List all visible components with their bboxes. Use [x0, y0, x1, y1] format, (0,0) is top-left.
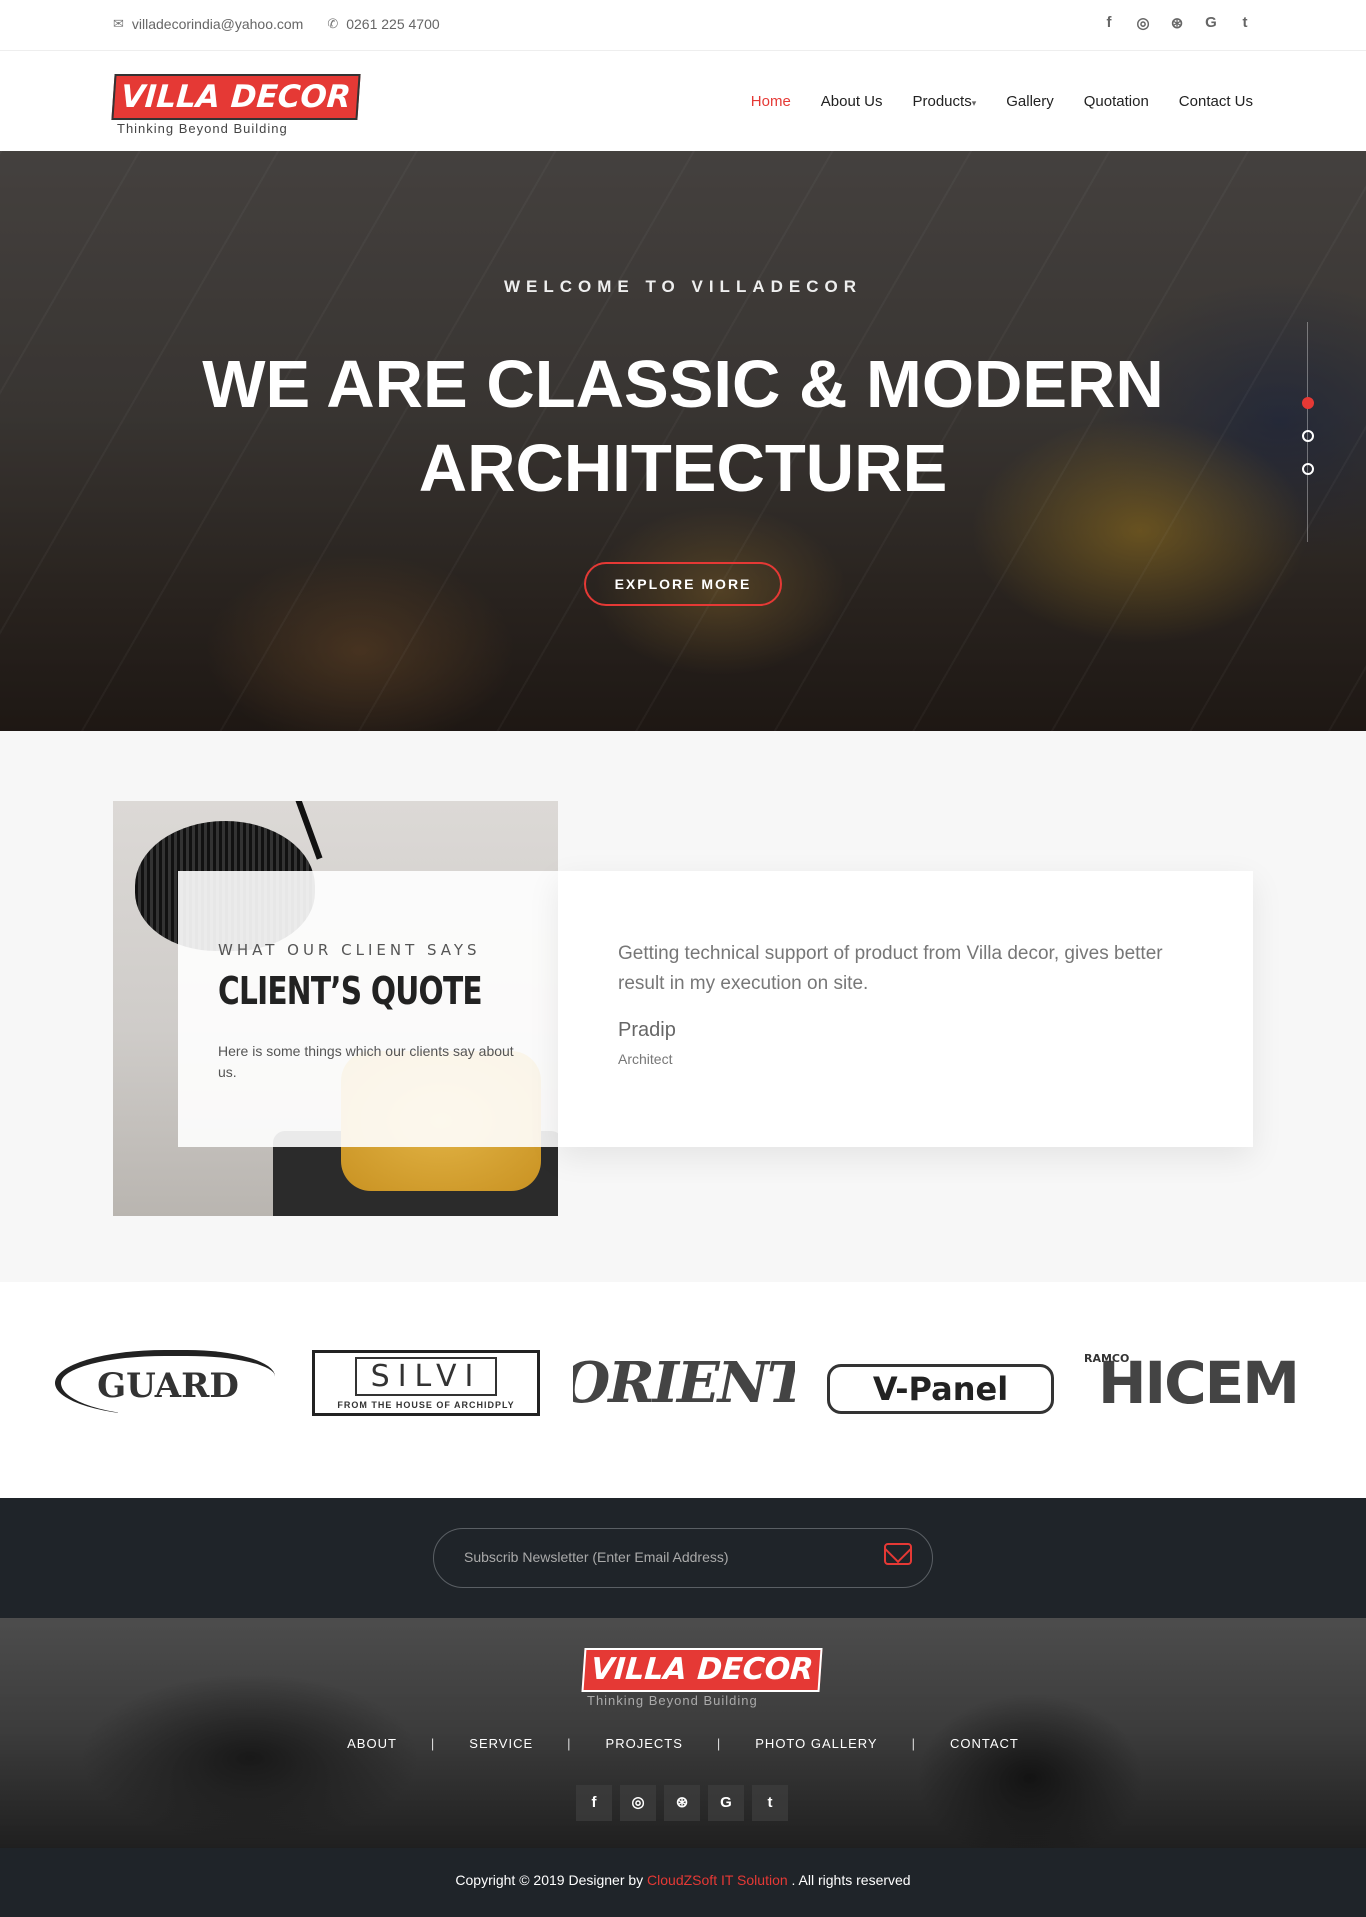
footer-separator: |: [716, 1736, 722, 1751]
footer: VILLA DECOR Thinking Beyond Building ABO…: [0, 1618, 1366, 1848]
twitter-icon[interactable]: t: [752, 1785, 788, 1821]
envelope-icon: ✉: [113, 16, 124, 31]
copyright-bar: Copyright © 2019 Designer by CloudZSoft …: [0, 1848, 1366, 1917]
explore-more-button[interactable]: EXPLORE MORE: [584, 562, 782, 606]
nav-gallery[interactable]: Gallery: [1006, 93, 1054, 110]
testimonial-quote-card: Getting technical support of product fro…: [558, 871, 1253, 1147]
client-role: Architect: [618, 1051, 673, 1067]
footer-link-projects[interactable]: PROJECTS: [606, 1736, 683, 1751]
caret-down-icon: ▾: [971, 98, 977, 108]
nav-about[interactable]: About Us: [821, 93, 883, 110]
brand-logo-orient[interactable]: ORIENT: [573, 1350, 795, 1416]
email-link[interactable]: ✉ villadecorindia@yahoo.com: [113, 16, 303, 32]
facebook-icon[interactable]: f: [1101, 14, 1117, 32]
footer-link-gallery[interactable]: PHOTO GALLERY: [755, 1736, 877, 1751]
quote-text: Getting technical support of product fro…: [618, 943, 1163, 994]
footer-separator: |: [430, 1736, 436, 1751]
copyright-suffix: . All rights reserved: [787, 1872, 911, 1888]
facebook-icon[interactable]: f: [576, 1785, 612, 1821]
footer-logo[interactable]: VILLA DECOR Thinking Beyond Building: [581, 1648, 823, 1708]
testimonial-description: Here is some things which our clients sa…: [218, 1043, 514, 1080]
testimonial-title: CLIENT’S QUOTE: [218, 969, 483, 1013]
nav-home[interactable]: Home: [751, 93, 791, 110]
brand-hicem-small: RAMCO: [1084, 1352, 1130, 1365]
contact-info: ✉ villadecorindia@yahoo.com ✆ 0261 225 4…: [113, 16, 440, 32]
slide-dot-1[interactable]: [1302, 397, 1314, 409]
google-icon[interactable]: G: [708, 1785, 744, 1821]
footer-logo-wordmark: VILLA DECOR: [581, 1648, 823, 1692]
newsletter-bar: Subscrib Newsletter (Enter Email Address…: [0, 1498, 1366, 1618]
phone-link[interactable]: ✆ 0261 225 4700: [327, 16, 439, 32]
testimonial-section: WHAT OUR CLIENT SAYS CLIENT’S QUOTE Here…: [0, 731, 1366, 1282]
mail-icon[interactable]: [884, 1543, 912, 1565]
brand-logos: GUARD SILVI FROM THE HOUSE OF ARCHIDPLY …: [0, 1282, 1366, 1498]
brand-orient-text: ORIENT: [573, 1350, 795, 1416]
top-bar: ✉ villadecorindia@yahoo.com ✆ 0261 225 4…: [0, 0, 1366, 51]
phone-icon: ✆: [327, 16, 339, 31]
footer-separator: |: [567, 1736, 572, 1751]
brand-vpanel-text: V-Panel: [872, 1370, 1009, 1408]
newsletter-email-input[interactable]: Subscrib Newsletter (Enter Email Address…: [433, 1528, 933, 1588]
hero-title: WE ARE CLASSIC & MODERN ARCHITECTURE: [0, 343, 1366, 511]
main-nav: Home About Us Products▾ Gallery Quotatio…: [751, 93, 1253, 110]
footer-link-about[interactable]: ABOUT: [347, 1736, 397, 1751]
footer-nav: ABOUT | SERVICE | PROJECTS | PHOTO GALLE…: [0, 1736, 1366, 1751]
brand-logo-silvi[interactable]: SILVI FROM THE HOUSE OF ARCHIDPLY: [312, 1350, 540, 1416]
header: VILLA DECOR Thinking Beyond Building Hom…: [0, 51, 1366, 151]
footer-logo-tagline: Thinking Beyond Building: [587, 1693, 758, 1708]
google-icon[interactable]: G: [1203, 14, 1219, 32]
nav-products-label: Products: [912, 93, 972, 110]
brand-silvi-sub: FROM THE HOUSE OF ARCHIDPLY: [337, 1399, 515, 1410]
nav-products[interactable]: Products▾: [913, 93, 977, 110]
footer-link-contact[interactable]: CONTACT: [950, 1736, 1019, 1751]
slide-dot-2[interactable]: [1302, 430, 1314, 442]
client-name: Pradip: [618, 1019, 676, 1041]
hero-subtitle: WELCOME TO VILLADECOR: [503, 277, 862, 296]
testimonial-eyebrow: WHAT OUR CLIENT SAYS: [218, 941, 481, 959]
logo-wordmark: VILLA DECOR: [111, 74, 361, 120]
hero-slider: WELCOME TO VILLADECOR WE ARE CLASSIC & M…: [0, 151, 1366, 731]
dribbble-icon[interactable]: ⊛: [664, 1785, 700, 1821]
newsletter-placeholder: Subscrib Newsletter (Enter Email Address…: [464, 1549, 729, 1565]
designer-link[interactable]: CloudZSoft IT Solution: [647, 1872, 788, 1888]
brand-logo-cello[interactable]: GUARD: [55, 1350, 275, 1416]
nav-quotation[interactable]: Quotation: [1084, 93, 1149, 110]
footer-social-links: f ◎ ⊛ G t: [576, 1785, 788, 1821]
email-text: villadecorindia@yahoo.com: [131, 16, 304, 32]
brand-silvi-text: SILVI: [354, 1356, 498, 1396]
phone-text: 0261 225 4700: [346, 16, 440, 32]
slide-dot-3[interactable]: [1302, 463, 1314, 475]
brand-cello-text: GUARD: [97, 1366, 239, 1406]
copyright-prefix: Copyright © 2019 Designer by: [455, 1872, 648, 1888]
logo-tagline: Thinking Beyond Building: [117, 121, 288, 136]
hero-title-line1: WE ARE CLASSIC & MODERN: [202, 347, 1164, 422]
instagram-icon[interactable]: ◎: [1135, 14, 1151, 32]
site-logo[interactable]: VILLA DECOR Thinking Beyond Building: [111, 74, 361, 136]
hero-title-line2: ARCHITECTURE: [418, 431, 948, 506]
footer-link-service[interactable]: SERVICE: [469, 1736, 533, 1751]
testimonial-intro-card: WHAT OUR CLIENT SAYS CLIENT’S QUOTE Here…: [178, 871, 558, 1147]
twitter-icon[interactable]: t: [1237, 14, 1253, 32]
dribbble-icon[interactable]: ⊛: [1169, 14, 1185, 32]
instagram-icon[interactable]: ◎: [620, 1785, 656, 1821]
footer-separator: |: [911, 1736, 916, 1751]
top-social-links: f ◎ ⊛ G t: [1101, 14, 1253, 32]
nav-contact[interactable]: Contact Us: [1179, 93, 1253, 110]
brand-logo-vpanel[interactable]: V-Panel: [827, 1364, 1054, 1414]
brand-logo-hicem[interactable]: RAMCO HICEM: [1082, 1350, 1314, 1416]
